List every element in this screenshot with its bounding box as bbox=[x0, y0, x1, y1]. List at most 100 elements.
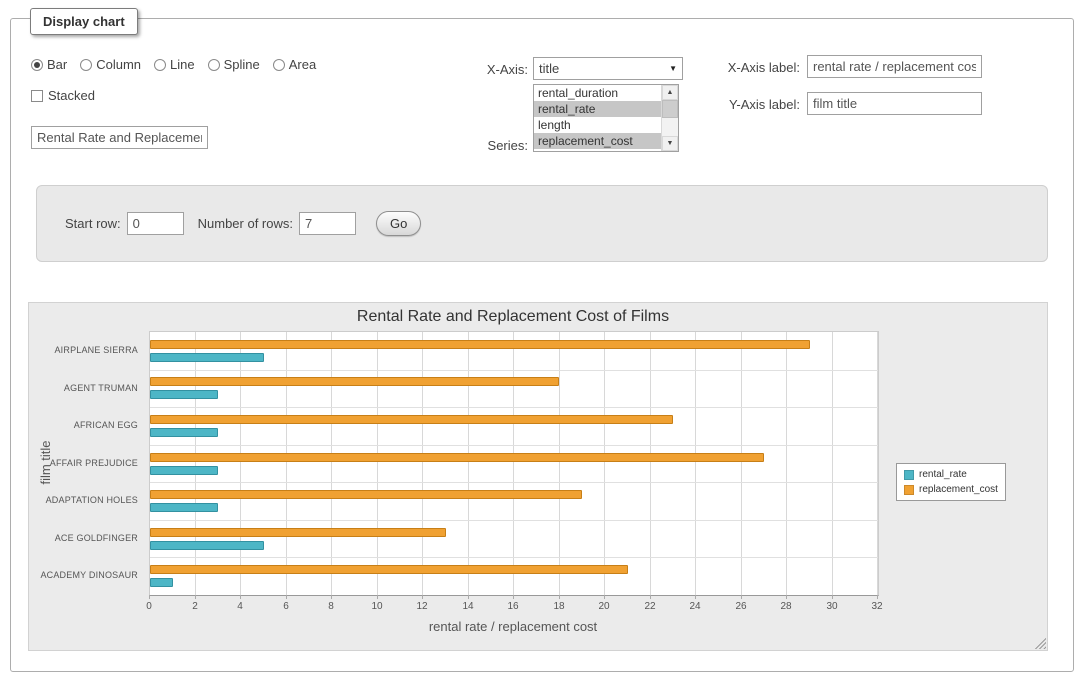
chart-title: Rental Rate and Replacement Cost of Film… bbox=[149, 308, 877, 326]
x-tick-label: 14 bbox=[453, 601, 483, 612]
chart-type-option-spline[interactable]: Spline bbox=[208, 57, 260, 72]
rows-panel: Start row: Number of rows: Go bbox=[36, 185, 1048, 262]
gridline bbox=[468, 332, 469, 595]
category-label: ACADEMY DINOSAUR bbox=[29, 556, 138, 594]
checkbox-icon[interactable] bbox=[31, 90, 43, 102]
tick-mark bbox=[149, 595, 150, 599]
bar-rental_rate bbox=[150, 503, 218, 512]
radio-icon[interactable] bbox=[273, 59, 285, 71]
scrollbar[interactable]: ▲ ▼ bbox=[661, 85, 678, 151]
y-axis-label-input[interactable] bbox=[807, 92, 982, 115]
x-tick-label: 16 bbox=[498, 601, 528, 612]
x-tick-label: 22 bbox=[635, 601, 665, 612]
gridline bbox=[331, 332, 332, 595]
category-label: AGENT TRUMAN bbox=[29, 369, 138, 407]
x-axis-ticks: 02468101214161820222426283032 bbox=[149, 595, 879, 619]
chart-panel: Rental Rate and Replacement Cost of Film… bbox=[28, 302, 1048, 651]
x-axis-select-label: X-Axis: bbox=[430, 62, 528, 77]
scrollbar-thumb[interactable] bbox=[662, 100, 678, 118]
radio-icon[interactable] bbox=[80, 59, 92, 71]
tick-mark bbox=[877, 595, 878, 599]
y-axis-label-text: Y-Axis label: bbox=[700, 97, 800, 112]
category-label: ADAPTATION HOLES bbox=[29, 481, 138, 519]
number-of-rows-input[interactable] bbox=[299, 212, 356, 235]
series-option-rental_rate[interactable]: rental_rate bbox=[534, 101, 661, 117]
start-row-input[interactable] bbox=[127, 212, 184, 235]
tick-mark bbox=[240, 595, 241, 599]
x-tick-label: 8 bbox=[316, 601, 346, 612]
tick-mark bbox=[559, 595, 560, 599]
series-option-replacement_cost[interactable]: replacement_cost bbox=[534, 133, 661, 149]
gridline bbox=[695, 332, 696, 595]
page: Display chart BarColumnLineSplineArea St… bbox=[0, 0, 1081, 681]
series-option-rental_duration[interactable]: rental_duration bbox=[534, 85, 661, 101]
tick-mark bbox=[695, 595, 696, 599]
bar-replacement_cost bbox=[150, 565, 628, 574]
chart-type-option-area[interactable]: Area bbox=[273, 57, 316, 72]
x-tick-label: 20 bbox=[589, 601, 619, 612]
gridline bbox=[513, 332, 514, 595]
tick-mark bbox=[422, 595, 423, 599]
x-axis-label-input[interactable] bbox=[807, 55, 982, 78]
radio-icon[interactable] bbox=[31, 59, 43, 71]
x-tick-label: 28 bbox=[771, 601, 801, 612]
x-tick-label: 30 bbox=[817, 601, 847, 612]
stacked-option[interactable]: Stacked bbox=[31, 88, 95, 103]
bar-replacement_cost bbox=[150, 377, 559, 386]
tick-mark bbox=[377, 595, 378, 599]
gridline bbox=[377, 332, 378, 595]
series-option-length[interactable]: length bbox=[534, 117, 661, 133]
bar-rental_rate bbox=[150, 390, 218, 399]
chart-title-input[interactable] bbox=[31, 126, 208, 149]
radio-icon[interactable] bbox=[208, 59, 220, 71]
start-row-label: Start row: bbox=[65, 216, 121, 231]
tick-mark bbox=[513, 595, 514, 599]
gridline bbox=[150, 370, 878, 371]
chart-type-radio-group: Bar Column Line Spline Area bbox=[31, 57, 316, 72]
bar-rental_rate bbox=[150, 466, 218, 475]
x-tick-label: 0 bbox=[134, 601, 164, 612]
resize-handle-icon[interactable] bbox=[1034, 637, 1046, 649]
tick-mark bbox=[604, 595, 605, 599]
gridline bbox=[832, 332, 833, 595]
category-label: AFRICAN EGG bbox=[29, 406, 138, 444]
series-listbox[interactable]: rental_durationrental_ratelengthreplacem… bbox=[533, 84, 679, 152]
tick-mark bbox=[832, 595, 833, 599]
plot-area bbox=[149, 331, 879, 596]
scroll-up-icon[interactable]: ▲ bbox=[662, 85, 678, 100]
x-tick-label: 32 bbox=[862, 601, 892, 612]
gridline bbox=[150, 445, 878, 446]
chart-type-option-label: Line bbox=[170, 57, 195, 72]
category-labels: AIRPLANE SIERRAAGENT TRUMANAFRICAN EGGAF… bbox=[29, 331, 143, 594]
chevron-down-icon: ▼ bbox=[669, 64, 677, 73]
go-button[interactable]: Go bbox=[376, 211, 421, 236]
x-tick-label: 4 bbox=[225, 601, 255, 612]
category-label: ACE GOLDFINGER bbox=[29, 519, 138, 557]
gridline bbox=[150, 407, 878, 408]
number-of-rows-label: Number of rows: bbox=[198, 216, 293, 231]
chart-type-option-label: Column bbox=[96, 57, 141, 72]
bar-rental_rate bbox=[150, 428, 218, 437]
legend-item-rental_rate[interactable]: rental_rate bbox=[904, 469, 998, 480]
bar-replacement_cost bbox=[150, 415, 673, 424]
legend-item-replacement_cost[interactable]: replacement_cost bbox=[904, 484, 998, 495]
stacked-label: Stacked bbox=[48, 88, 95, 103]
scroll-down-icon[interactable]: ▼ bbox=[662, 136, 678, 151]
category-label: AIRPLANE SIERRA bbox=[29, 331, 138, 369]
tick-mark bbox=[286, 595, 287, 599]
chart-legend: rental_rate replacement_cost bbox=[896, 463, 1006, 501]
chart-type-option-bar[interactable]: Bar bbox=[31, 57, 67, 72]
gridline bbox=[150, 557, 878, 558]
x-tick-label: 2 bbox=[180, 601, 210, 612]
x-tick-label: 18 bbox=[544, 601, 574, 612]
x-axis-select[interactable]: title ▼ bbox=[533, 57, 683, 80]
chart-type-option-column[interactable]: Column bbox=[80, 57, 141, 72]
x-tick-label: 24 bbox=[680, 601, 710, 612]
bar-rental_rate bbox=[150, 578, 173, 587]
radio-icon[interactable] bbox=[154, 59, 166, 71]
category-label: AFFAIR PREJUDICE bbox=[29, 444, 138, 482]
gridline bbox=[650, 332, 651, 595]
chart-type-option-line[interactable]: Line bbox=[154, 57, 195, 72]
x-tick-label: 26 bbox=[726, 601, 756, 612]
bar-rental_rate bbox=[150, 541, 264, 550]
